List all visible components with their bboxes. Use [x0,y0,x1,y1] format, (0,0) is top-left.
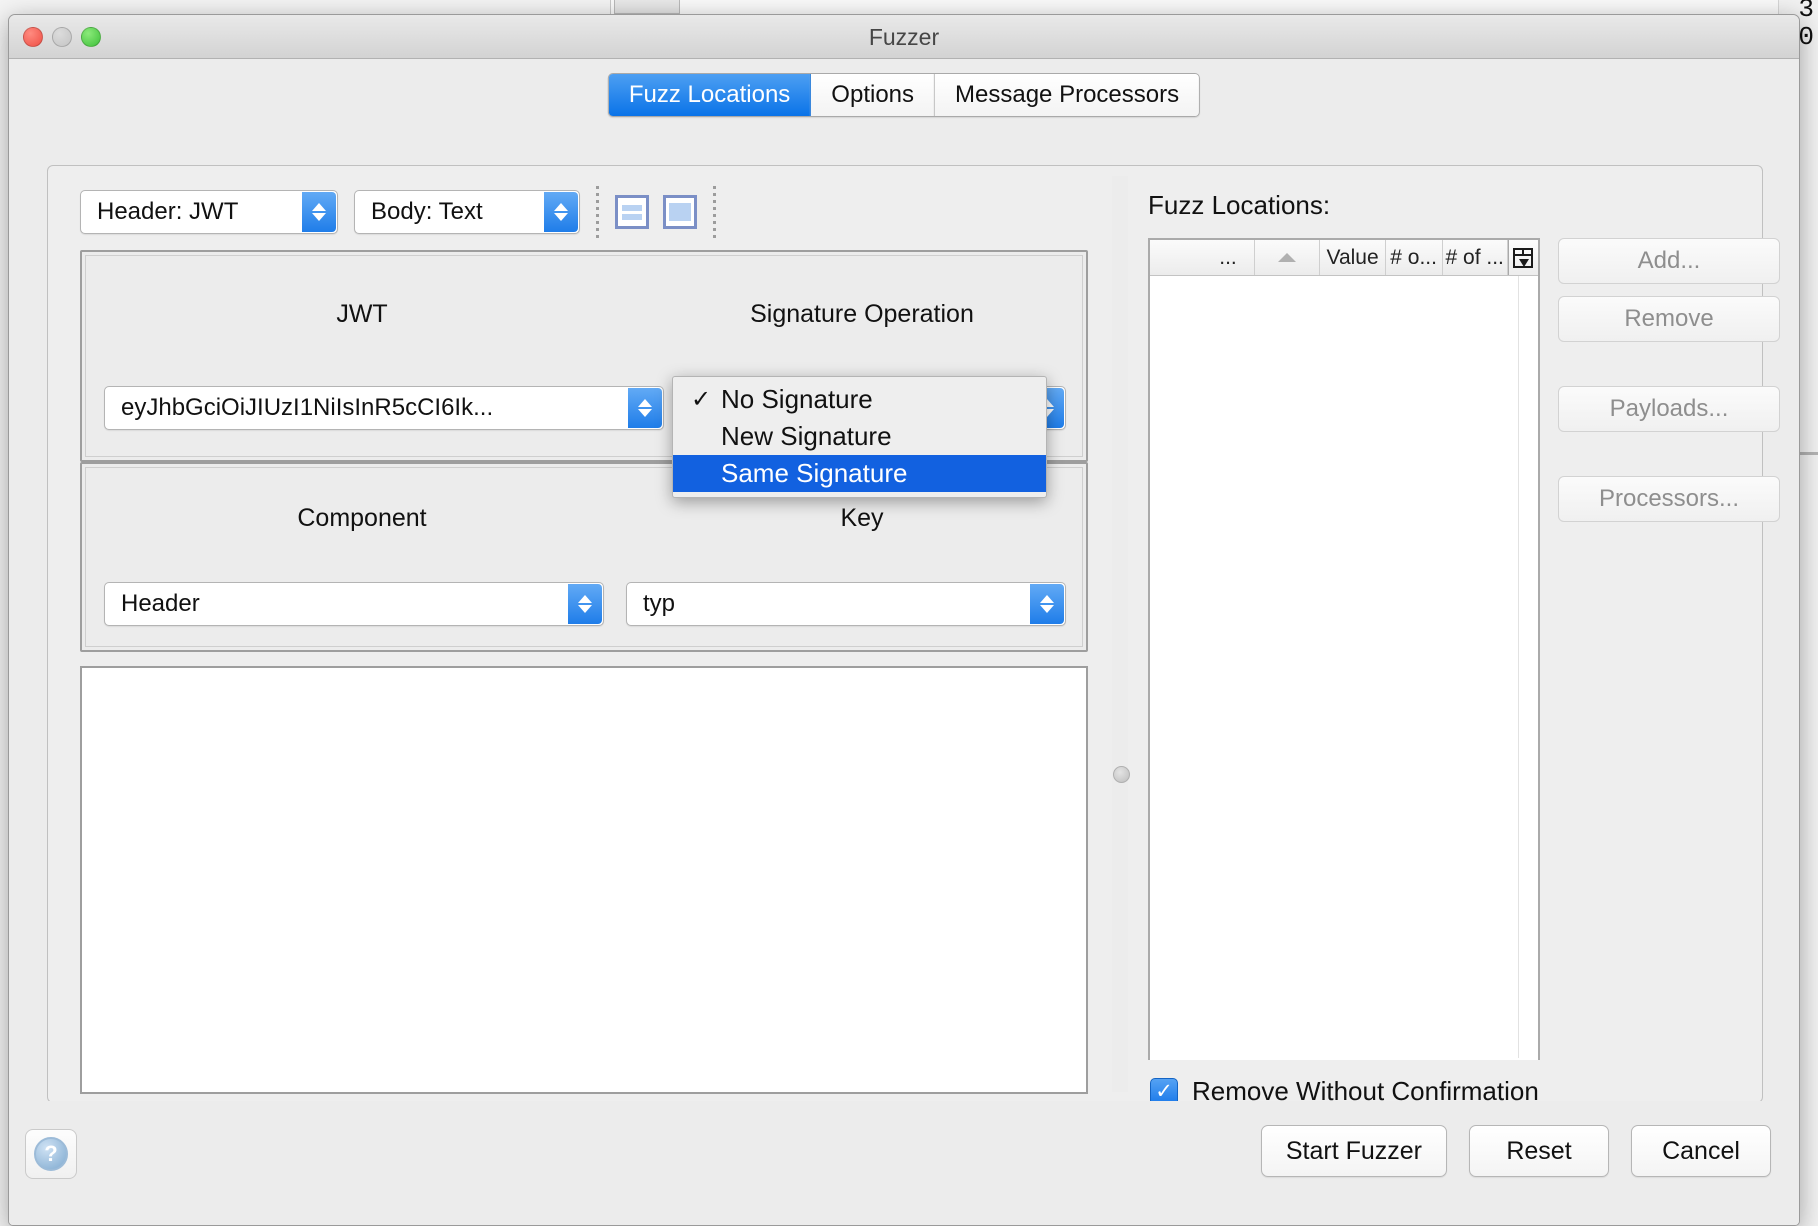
chevron-updown-icon[interactable] [628,388,662,428]
window-title: Fuzzer [9,24,1799,51]
table-scrollbar[interactable] [1518,276,1538,1058]
remove-button[interactable]: Remove [1558,296,1780,342]
key-label: Key [642,504,1082,533]
table-header-row: ... Value # o... # of ... [1150,240,1538,276]
chevron-updown-icon[interactable] [302,192,336,232]
body-type-select[interactable]: Body: Text [354,190,580,234]
dialog-footer: ? Start Fuzzer Reset Cancel [9,1101,1799,1225]
fuzz-location-actions: Add... Remove Payloads... Processors... [1558,238,1780,534]
table-col-ellipsis[interactable]: ... [1202,240,1256,275]
jwt-select[interactable]: eyJhbGciOiJIUzI1NiIsInR5cCI6Ik... [104,386,664,430]
tab-message-processors[interactable]: Message Processors [935,74,1199,116]
menu-item-label: Same Signature [721,458,907,488]
chevron-updown-icon[interactable] [1030,584,1064,624]
table-settings-icon[interactable] [1508,240,1538,275]
menu-item-label: New Signature [721,421,892,451]
jwt-label: JWT [82,300,642,329]
left-pane: Header: JWT Body: Text [64,176,1104,1092]
key-value: typ [627,590,721,618]
reset-button[interactable]: Reset [1469,1125,1609,1177]
help-icon: ? [34,1137,68,1171]
tab-options[interactable]: Options [811,74,935,116]
tabstrip: Fuzz Locations Options Message Processor… [9,59,1799,125]
menu-item-no-signature[interactable]: ✓ No Signature [673,381,1046,418]
menu-item-same-signature[interactable]: Same Signature [673,455,1046,492]
jwt-value: eyJhbGciOiJIUzI1NiIsInR5cCI6Ik... [105,394,539,422]
sort-ascending-icon [1278,253,1296,262]
chevron-updown-icon[interactable] [568,584,602,624]
signature-operation-menu[interactable]: ✓ No Signature New Signature Same Signat… [672,376,1047,498]
header-type-value: Header: JWT [81,198,284,226]
menu-item-label: No Signature [721,384,873,414]
chevron-updown-icon[interactable] [544,192,578,232]
jwt-preview-area[interactable] [80,666,1088,1094]
table-col-spacer [1150,240,1202,275]
component-label: Component [82,504,642,533]
content-card: Header: JWT Body: Text [47,165,1763,1103]
processors-button[interactable]: Processors... [1558,476,1780,522]
view-mode-buttons [615,195,697,229]
table-col-num-o[interactable]: # o... [1386,240,1443,275]
component-value: Header [105,590,246,618]
toolbar-separator [596,186,599,238]
header-type-select[interactable]: Header: JWT [80,190,338,234]
pane-splitter[interactable] [1112,176,1128,1092]
splitter-grip[interactable] [1113,766,1130,783]
body-type-value: Body: Text [355,198,529,226]
fuzzer-dialog: Fuzzer Fuzz Locations Options Message Pr… [8,14,1800,1226]
toolbar-separator [713,186,716,238]
window-titlebar: Fuzzer [9,15,1799,59]
fuzz-locations-table[interactable]: ... Value # o... # of ... [1148,238,1540,1060]
background-char-1: 3 [1798,0,1814,24]
key-select[interactable]: typ [626,582,1066,626]
selector-toolbar: Header: JWT Body: Text [80,186,716,238]
tab-fuzz-locations[interactable]: Fuzz Locations [609,74,811,116]
table-col-num-of[interactable]: # of ... [1443,240,1508,275]
help-button[interactable]: ? [25,1129,77,1179]
checkmark-icon: ✓ [691,381,711,418]
single-view-icon[interactable] [663,195,697,229]
component-select[interactable]: Header [104,582,604,626]
start-fuzzer-button[interactable]: Start Fuzzer [1261,1125,1447,1177]
payloads-button[interactable]: Payloads... [1558,386,1780,432]
split-view-icon[interactable] [615,195,649,229]
background-tab [614,0,680,14]
add-button[interactable]: Add... [1558,238,1780,284]
cancel-button[interactable]: Cancel [1631,1125,1771,1177]
table-body[interactable] [1150,276,1538,1060]
right-pane: Fuzz Locations: ... Value # o... # of ..… [1134,176,1750,1092]
signature-operation-label: Signature Operation [642,300,1082,329]
menu-item-new-signature[interactable]: New Signature [673,418,1046,455]
tab-list: Fuzz Locations Options Message Processor… [608,73,1200,117]
table-col-sort[interactable] [1255,240,1320,275]
background-char-2: 0 [1798,22,1814,52]
table-col-value[interactable]: Value [1320,240,1385,275]
footer-actions: Start Fuzzer Reset Cancel [1261,1125,1771,1177]
fuzz-locations-title: Fuzz Locations: [1148,190,1330,221]
background-token-text: uibmFtZSI6Ikpvc4gRG91LiIsicVFQIiexNTE2Mj… [671,0,1495,2]
